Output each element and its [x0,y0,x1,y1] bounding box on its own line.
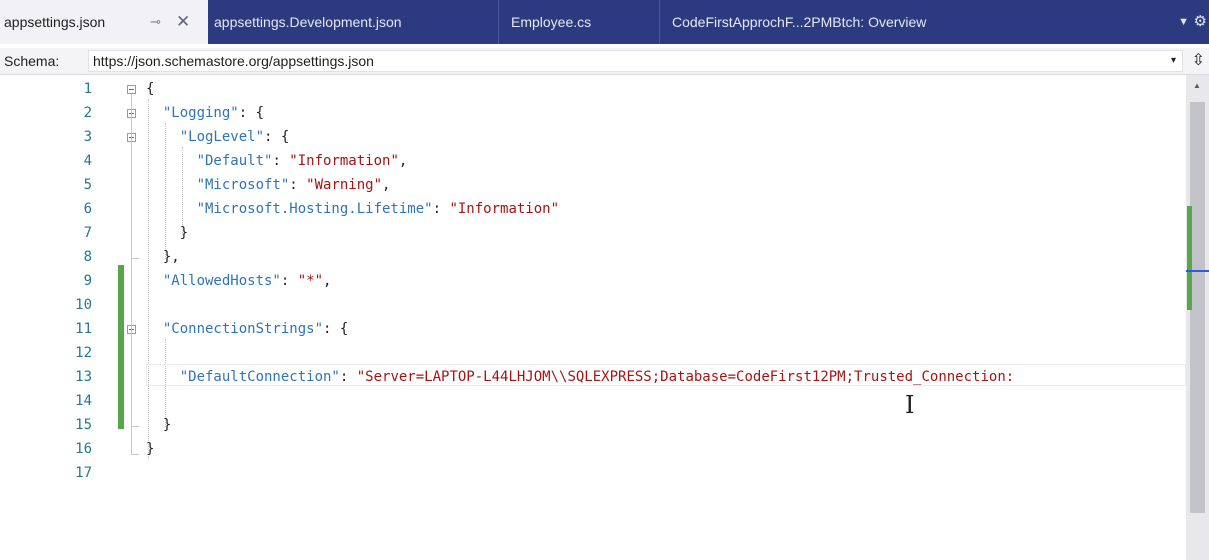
line-number: 3 [83,129,92,145]
json-punctuation: : { [238,105,265,121]
schema-label: Schema: [4,53,60,69]
chevron-down-icon[interactable]: ▾ [1171,51,1176,71]
code-line: "ConnectionStrings": { [146,317,348,341]
json-string: "*" [297,273,324,289]
line-number: 16 [75,441,92,457]
json-string: "Warning" [306,177,383,193]
scroll-up-icon[interactable]: ▲ [1193,81,1201,90]
line-number: 14 [75,393,92,409]
code-editor[interactable]: 1 2 3 4 5 6 7 8 9 10 11 12 13 14 15 16 17 { "Logging": {… [0,75,1186,560]
schema-url: https://json.schemastore.org/appsettings… [93,53,374,69]
scroll-change-marker [1187,206,1192,310]
line-number: 15 [75,417,92,433]
line-number: 9 [83,273,92,289]
json-key: "AllowedHosts" [146,273,281,289]
change-tracking-bar [118,265,124,429]
vertical-scrollbar[interactable]: ▲ [1186,75,1209,560]
tab-appsettings-development-json[interactable]: appsettings.Development.json [208,0,498,44]
json-key: "Microsoft.Hosting.Lifetime" [146,201,433,217]
json-key: "LogLevel" [146,129,265,145]
scroll-caret-marker [1186,270,1209,272]
outline-end [131,258,139,259]
fold-toggle-icon[interactable] [127,85,136,94]
line-number: 4 [83,153,92,169]
code-line: "Microsoft": "Warning", [146,173,391,197]
tab-overview[interactable]: CodeFirstApprochF...2PMBtch: Overview [660,0,1028,44]
line-number: 2 [83,105,92,121]
json-punctuation: , [323,273,332,289]
json-punctuation: : [280,273,298,289]
line-number: 1 [83,81,92,97]
json-string: "Server=LAPTOP-L44LHJOM\\SQLEXPRESS;Data… [356,369,1015,385]
json-key: "Microsoft" [146,177,290,193]
code-line: "Logging": { [146,101,264,125]
code-line: } [146,413,171,437]
json-punctuation: } [146,441,155,457]
json-string: "Information" [289,153,399,169]
json-punctuation: : { [264,129,290,145]
gear-icon[interactable]: ⚙ [1194,0,1207,44]
json-punctuation: : [432,201,450,217]
json-punctuation: : [289,177,307,193]
line-number: 6 [83,201,92,217]
line-number: 11 [75,321,92,337]
code-line: "Microsoft.Hosting.Lifetime": "Informati… [146,197,559,221]
tab-strip-controls: ▼ ⚙ [1163,0,1209,44]
split-editor-icon[interactable]: ⇳ [1192,48,1205,74]
line-number: 12 [75,345,92,361]
json-string: "Information" [449,201,560,217]
schema-select[interactable]: https://json.schemastore.org/appsettings… [88,50,1183,72]
line-number: 5 [83,177,92,193]
close-icon[interactable]: ✕ [176,0,190,44]
json-punctuation: }, [146,249,180,265]
json-punctuation: { [146,81,155,97]
json-key: "Logging" [146,105,239,121]
code-line: "DefaultConnection": "Server=LAPTOP-L44L… [146,365,1014,389]
code-line: "LogLevel": { [146,125,290,149]
line-number: 10 [75,297,92,313]
tab-label: appsettings.Development.json [214,14,402,30]
outline-line [131,94,132,455]
line-number: 7 [83,225,92,241]
json-key: "DefaultConnection" [146,369,340,385]
code-line: "Default": "Information", [146,149,408,173]
tab-list-dropdown-icon[interactable]: ▼ [1178,0,1189,44]
json-punctuation: } [146,417,172,433]
code-line: } [146,221,188,245]
json-punctuation: : [272,153,290,169]
json-key: "Default" [146,153,273,169]
code-line: }, [146,245,180,269]
scroll-thumb[interactable] [1190,102,1205,513]
outline-end [131,454,139,455]
tab-label: appsettings.json [4,14,106,30]
tab-label: Employee.cs [511,14,592,30]
line-number: 8 [83,249,92,265]
document-tab-strip: appsettings.json ⊸ ✕ appsettings.Develop… [0,0,1209,44]
tab-employee-cs[interactable]: Employee.cs [499,0,659,44]
tab-label: CodeFirstApprochF...2PMBtch: Overview [672,14,927,30]
tab-row: appsettings.json ⊸ ✕ appsettings.Develop… [0,0,1209,44]
line-number: 17 [75,465,92,481]
json-punctuation: , [398,153,408,169]
tab-appsettings-json[interactable]: appsettings.json ⊸ ✕ [0,0,208,44]
text-cursor-icon: I [905,391,915,419]
json-punctuation: : [339,369,357,385]
code-line: } [146,437,154,461]
schema-bar: Schema: https://json.schemastore.org/app… [0,48,1209,75]
json-punctuation: , [382,177,391,193]
json-punctuation: : { [323,321,349,337]
pin-icon[interactable]: ⊸ [150,0,161,44]
tab-strip-filler [1028,0,1163,44]
json-punctuation: } [146,225,189,241]
outline-end [131,426,139,427]
code-line: "AllowedHosts": "*", [146,269,332,293]
line-number: 13 [75,369,92,385]
code-line: { [146,77,154,101]
json-key: "ConnectionStrings" [146,321,324,337]
